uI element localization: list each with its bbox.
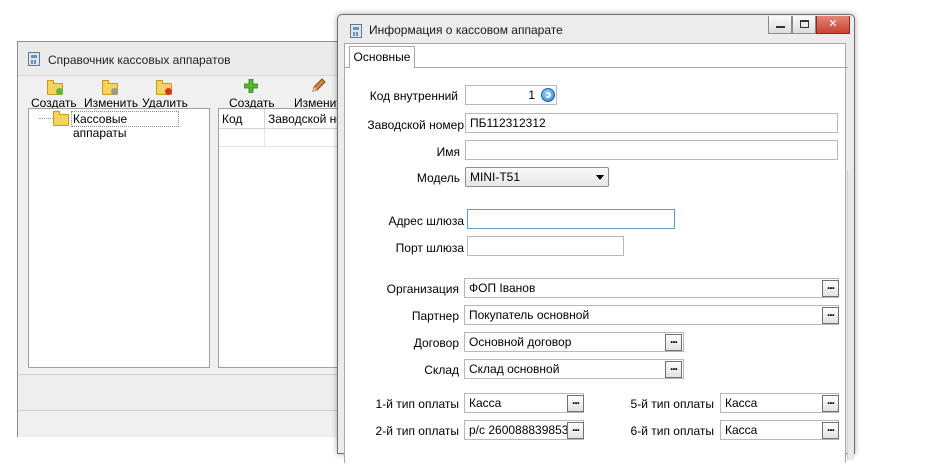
warehouse-select-button[interactable]: ...: [665, 360, 682, 378]
back-window-bottom-panel: [18, 374, 356, 411]
delete-group-button[interactable]: Удалить: [140, 76, 190, 110]
payment-type-2-select-button[interactable]: ...: [567, 421, 584, 439]
dialog-titlebar[interactable]: Информация о кассовом аппарате ✕: [338, 15, 854, 43]
gateway-port-label: Порт шлюза: [395, 241, 464, 255]
organization-select-button[interactable]: ...: [822, 279, 839, 297]
grid-cell: [219, 129, 265, 147]
group-tree: Кассовые аппараты: [28, 108, 210, 368]
maximize-button[interactable]: [792, 16, 816, 34]
serial-number-input[interactable]: ПБ112312312: [465, 113, 838, 133]
payment-type-5-label: 5-й тип оплаты: [630, 397, 714, 411]
tab-main[interactable]: Основные: [349, 46, 415, 68]
partner-label: Партнер: [411, 309, 459, 323]
organization-input[interactable]: ФОП Іванов: [464, 278, 839, 298]
minimize-button[interactable]: [768, 16, 792, 34]
warehouse-input[interactable]: Склад основной: [464, 359, 684, 379]
back-window-title: Справочник кассовых аппаратов: [48, 53, 231, 67]
maximize-icon: [800, 20, 809, 28]
payment-type-2-input[interactable]: р/с 260088839853: [464, 420, 584, 440]
internal-code-label: Код внутренний: [369, 89, 458, 103]
contract-select-button[interactable]: ...: [665, 333, 682, 351]
dialog-title: Информация о кассовом аппарате: [369, 23, 563, 37]
plus-icon: [244, 79, 258, 93]
folder-delete-icon: [156, 80, 172, 95]
organization-label: Организация: [386, 282, 459, 296]
model-label: Модель: [416, 171, 460, 185]
edit-group-button[interactable]: Изменить: [82, 76, 138, 110]
refresh-code-icon[interactable]: [541, 88, 555, 102]
payment-type-1-input[interactable]: Касса: [464, 393, 584, 413]
payment-type-1-select-button[interactable]: ...: [567, 394, 584, 412]
back-window-statusbar: [18, 410, 356, 437]
gateway-address-input[interactable]: [467, 209, 675, 229]
folder-icon: [53, 111, 69, 126]
name-input[interactable]: [465, 140, 838, 160]
folder-add-icon: [47, 80, 63, 95]
name-label: Имя: [436, 145, 460, 159]
payment-type-1-label: 1-й тип оплаты: [375, 397, 459, 411]
close-icon: ✕: [828, 18, 838, 30]
create-item-button[interactable]: Создать: [223, 76, 279, 110]
calculator-icon: [28, 52, 40, 66]
create-group-button[interactable]: Создать: [28, 76, 80, 110]
cash-register-directory-window: Справочник кассовых аппаратов Создать Из…: [17, 41, 359, 437]
model-select[interactable]: MINI-T51: [465, 167, 609, 187]
serial-number-label: Заводской номер: [367, 118, 464, 132]
model-select-value: MINI-T51: [470, 170, 521, 184]
payment-type-5-select-button[interactable]: ...: [822, 394, 839, 412]
gateway-address-label: Адрес шлюза: [388, 214, 465, 228]
contract-input[interactable]: Основной договор: [464, 332, 684, 352]
payment-type-6-label: 6-й тип оплаты: [630, 424, 714, 438]
warehouse-label: Склад: [424, 363, 459, 377]
cash-register-info-dialog: Информация о кассовом аппарате ✕ Основны…: [337, 14, 855, 468]
contract-label: Договор: [413, 336, 459, 350]
calculator-icon: [350, 24, 362, 38]
tree-node-cash-registers[interactable]: Кассовые аппараты: [51, 111, 179, 140]
chevron-down-icon: [596, 175, 604, 180]
gateway-port-input[interactable]: [467, 236, 624, 256]
close-button[interactable]: ✕: [816, 16, 850, 34]
pencil-icon: [312, 78, 326, 92]
partner-input[interactable]: Покупатель основной: [464, 305, 839, 325]
payment-type-6-select-button[interactable]: ...: [822, 421, 839, 439]
partner-select-button[interactable]: ...: [822, 306, 839, 324]
back-window-titlebar: Справочник кассовых аппаратов: [18, 42, 356, 76]
folder-edit-icon: [102, 80, 118, 95]
column-header-code[interactable]: Код: [219, 109, 265, 129]
vertical-scrollbar[interactable]: [847, 170, 854, 460]
minimize-icon: [776, 26, 785, 28]
payment-type-2-label: 2-й тип оплаты: [375, 424, 459, 438]
